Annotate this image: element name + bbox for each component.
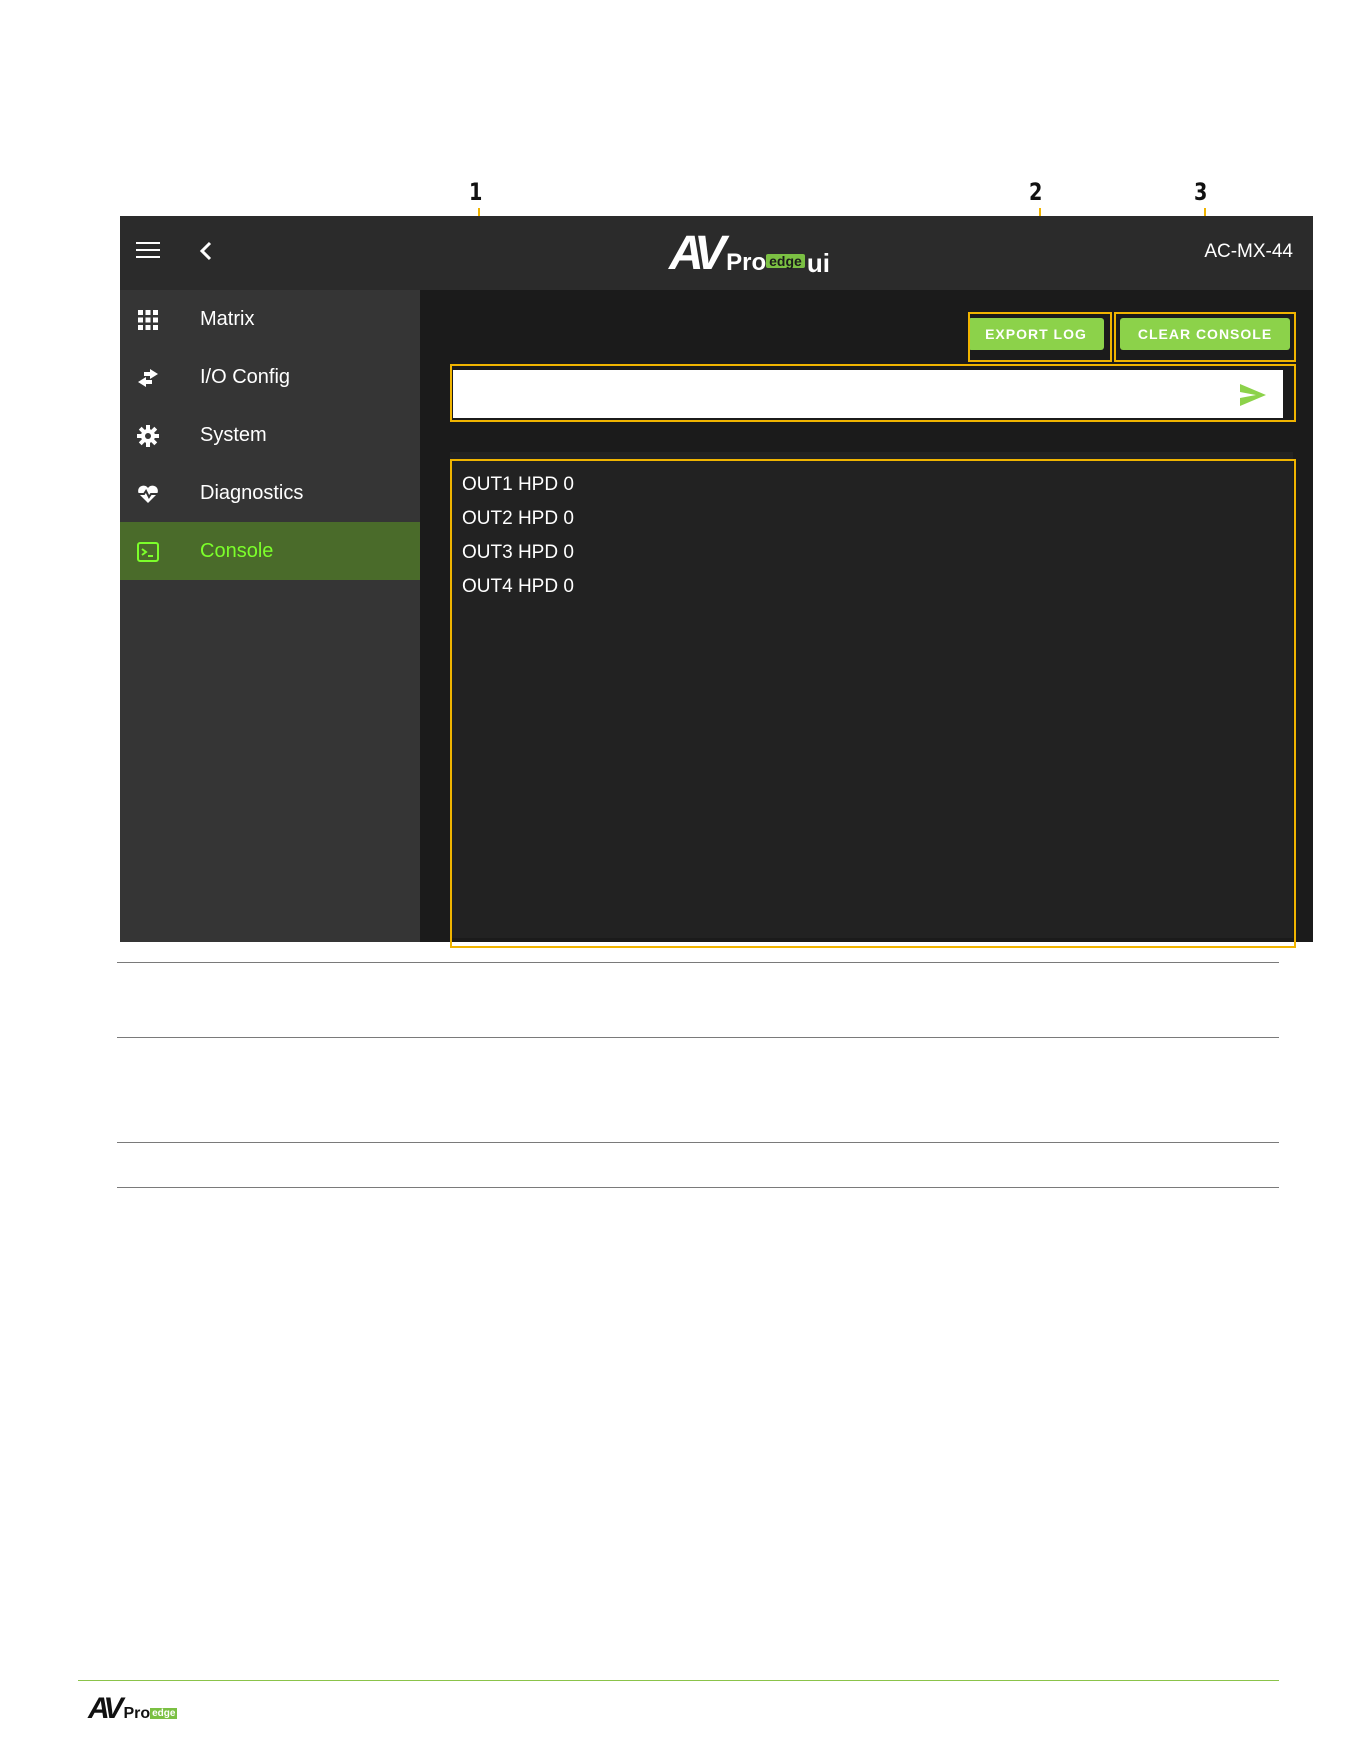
export-log-button[interactable]: EXPORT LOG [968, 318, 1104, 350]
callout-2: 2 [1029, 178, 1043, 206]
sidebar-item-label: Diagnostics [200, 481, 304, 504]
menu-icon[interactable] [136, 242, 160, 262]
terminal-icon [137, 542, 159, 562]
command-input[interactable] [453, 370, 1283, 418]
console-line: OUT2 HPD 0 [462, 508, 574, 529]
heartbeat-icon [138, 485, 158, 503]
app-window: AV Pro edge ui AC-MX-44 Matrix I/O Confi… [120, 216, 1313, 942]
console-line: OUT4 HPD 0 [462, 576, 574, 597]
top-bar: AV Pro edge ui AC-MX-44 [120, 216, 1313, 290]
sidebar-item-matrix[interactable]: Matrix [120, 290, 420, 348]
sidebar-item-label: Matrix [200, 307, 255, 330]
sidebar-item-console[interactable]: Console [120, 522, 420, 580]
swap-arrows-icon [138, 369, 158, 387]
chevron-left-icon[interactable] [198, 238, 214, 264]
console-line: OUT3 HPD 0 [462, 542, 574, 563]
sidebar-item-system[interactable]: System [120, 406, 420, 464]
footer-avproedge-logo: AV Pro edge [88, 1692, 178, 1725]
avproedge-ui-logo: AV Pro edge ui [669, 227, 830, 280]
grid-icon [138, 310, 158, 330]
sidebar-item-io-config[interactable]: I/O Config [120, 348, 420, 406]
sidebar-item-label: I/O Config [200, 365, 291, 388]
divider [117, 1142, 1279, 1143]
console-output: OUT1 HPD 0 OUT2 HPD 0 OUT3 HPD 0 OUT4 HP… [450, 452, 1293, 938]
callout-3: 3 [1194, 178, 1208, 206]
console-panel: EXPORT LOG CLEAR CONSOLE OUT1 HPD 0 OUT2… [420, 290, 1313, 942]
gear-icon [137, 425, 159, 447]
callout-1: 1 [469, 178, 483, 206]
divider [117, 1187, 1279, 1188]
clear-console-button[interactable]: CLEAR CONSOLE [1120, 318, 1290, 350]
sidebar-item-diagnostics[interactable]: Diagnostics [120, 464, 420, 522]
sidebar-item-label: Console [200, 539, 274, 562]
send-icon[interactable] [1238, 382, 1268, 408]
console-line: OUT1 HPD 0 [462, 474, 574, 495]
footer-divider [78, 1680, 1279, 1681]
divider [117, 1037, 1279, 1038]
sidebar-item-label: System [200, 423, 267, 446]
sidebar: Matrix I/O Config System Diagnostics Con… [120, 290, 420, 942]
divider [117, 962, 1279, 963]
device-model: AC-MX-44 [1204, 241, 1293, 262]
